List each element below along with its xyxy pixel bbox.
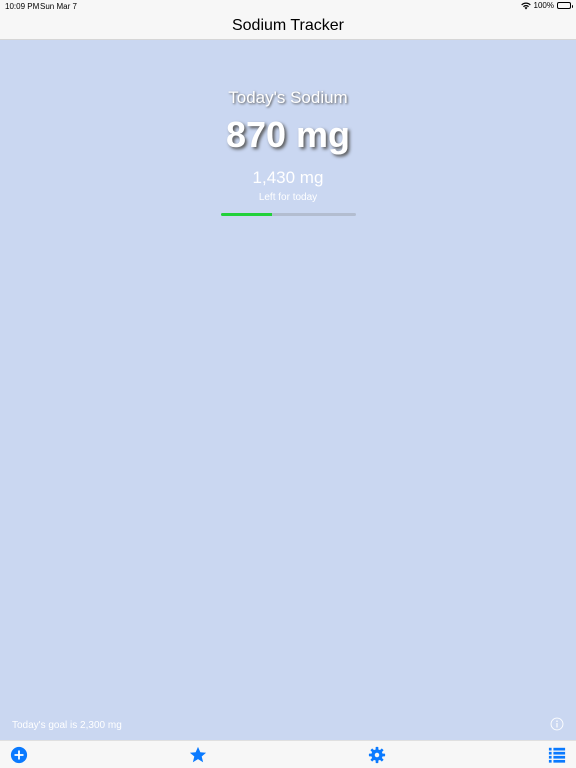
status-time: 10:09 PM: [5, 2, 40, 11]
plus-circle-icon[interactable]: [10, 746, 28, 764]
battery-percent: 100%: [533, 1, 554, 10]
remaining-label: Left for today: [258, 192, 318, 203]
sodium-total: 870 mg: [225, 114, 351, 155]
gear-icon[interactable]: [368, 746, 386, 764]
status-bar: 10:09 PM Sun Mar 7 100%: [0, 0, 576, 12]
star-icon[interactable]: [189, 746, 207, 764]
sodium-remaining: 1,430 mg: [252, 168, 324, 187]
list-icon[interactable]: [548, 746, 566, 764]
progress-fill: [221, 213, 273, 216]
tab-bar: [0, 740, 576, 768]
navigation-bar: Sodium Tracker: [0, 12, 576, 40]
info-icon[interactable]: [550, 717, 564, 731]
status-date: Sun Mar 7: [40, 2, 77, 11]
wifi-icon: [520, 2, 531, 9]
todays-sodium-heading: Today's Sodium: [228, 88, 348, 107]
page-title: Sodium Tracker: [231, 16, 345, 34]
battery-icon: [557, 2, 573, 9]
main-content: Today's Sodium 870 mg 1,430 mg Left for …: [0, 40, 576, 740]
status-indicators: 100%: [520, 1, 573, 10]
daily-goal-text: Today's goal is 2,300 mg: [12, 720, 122, 731]
sodium-progress-bar: [221, 213, 356, 216]
